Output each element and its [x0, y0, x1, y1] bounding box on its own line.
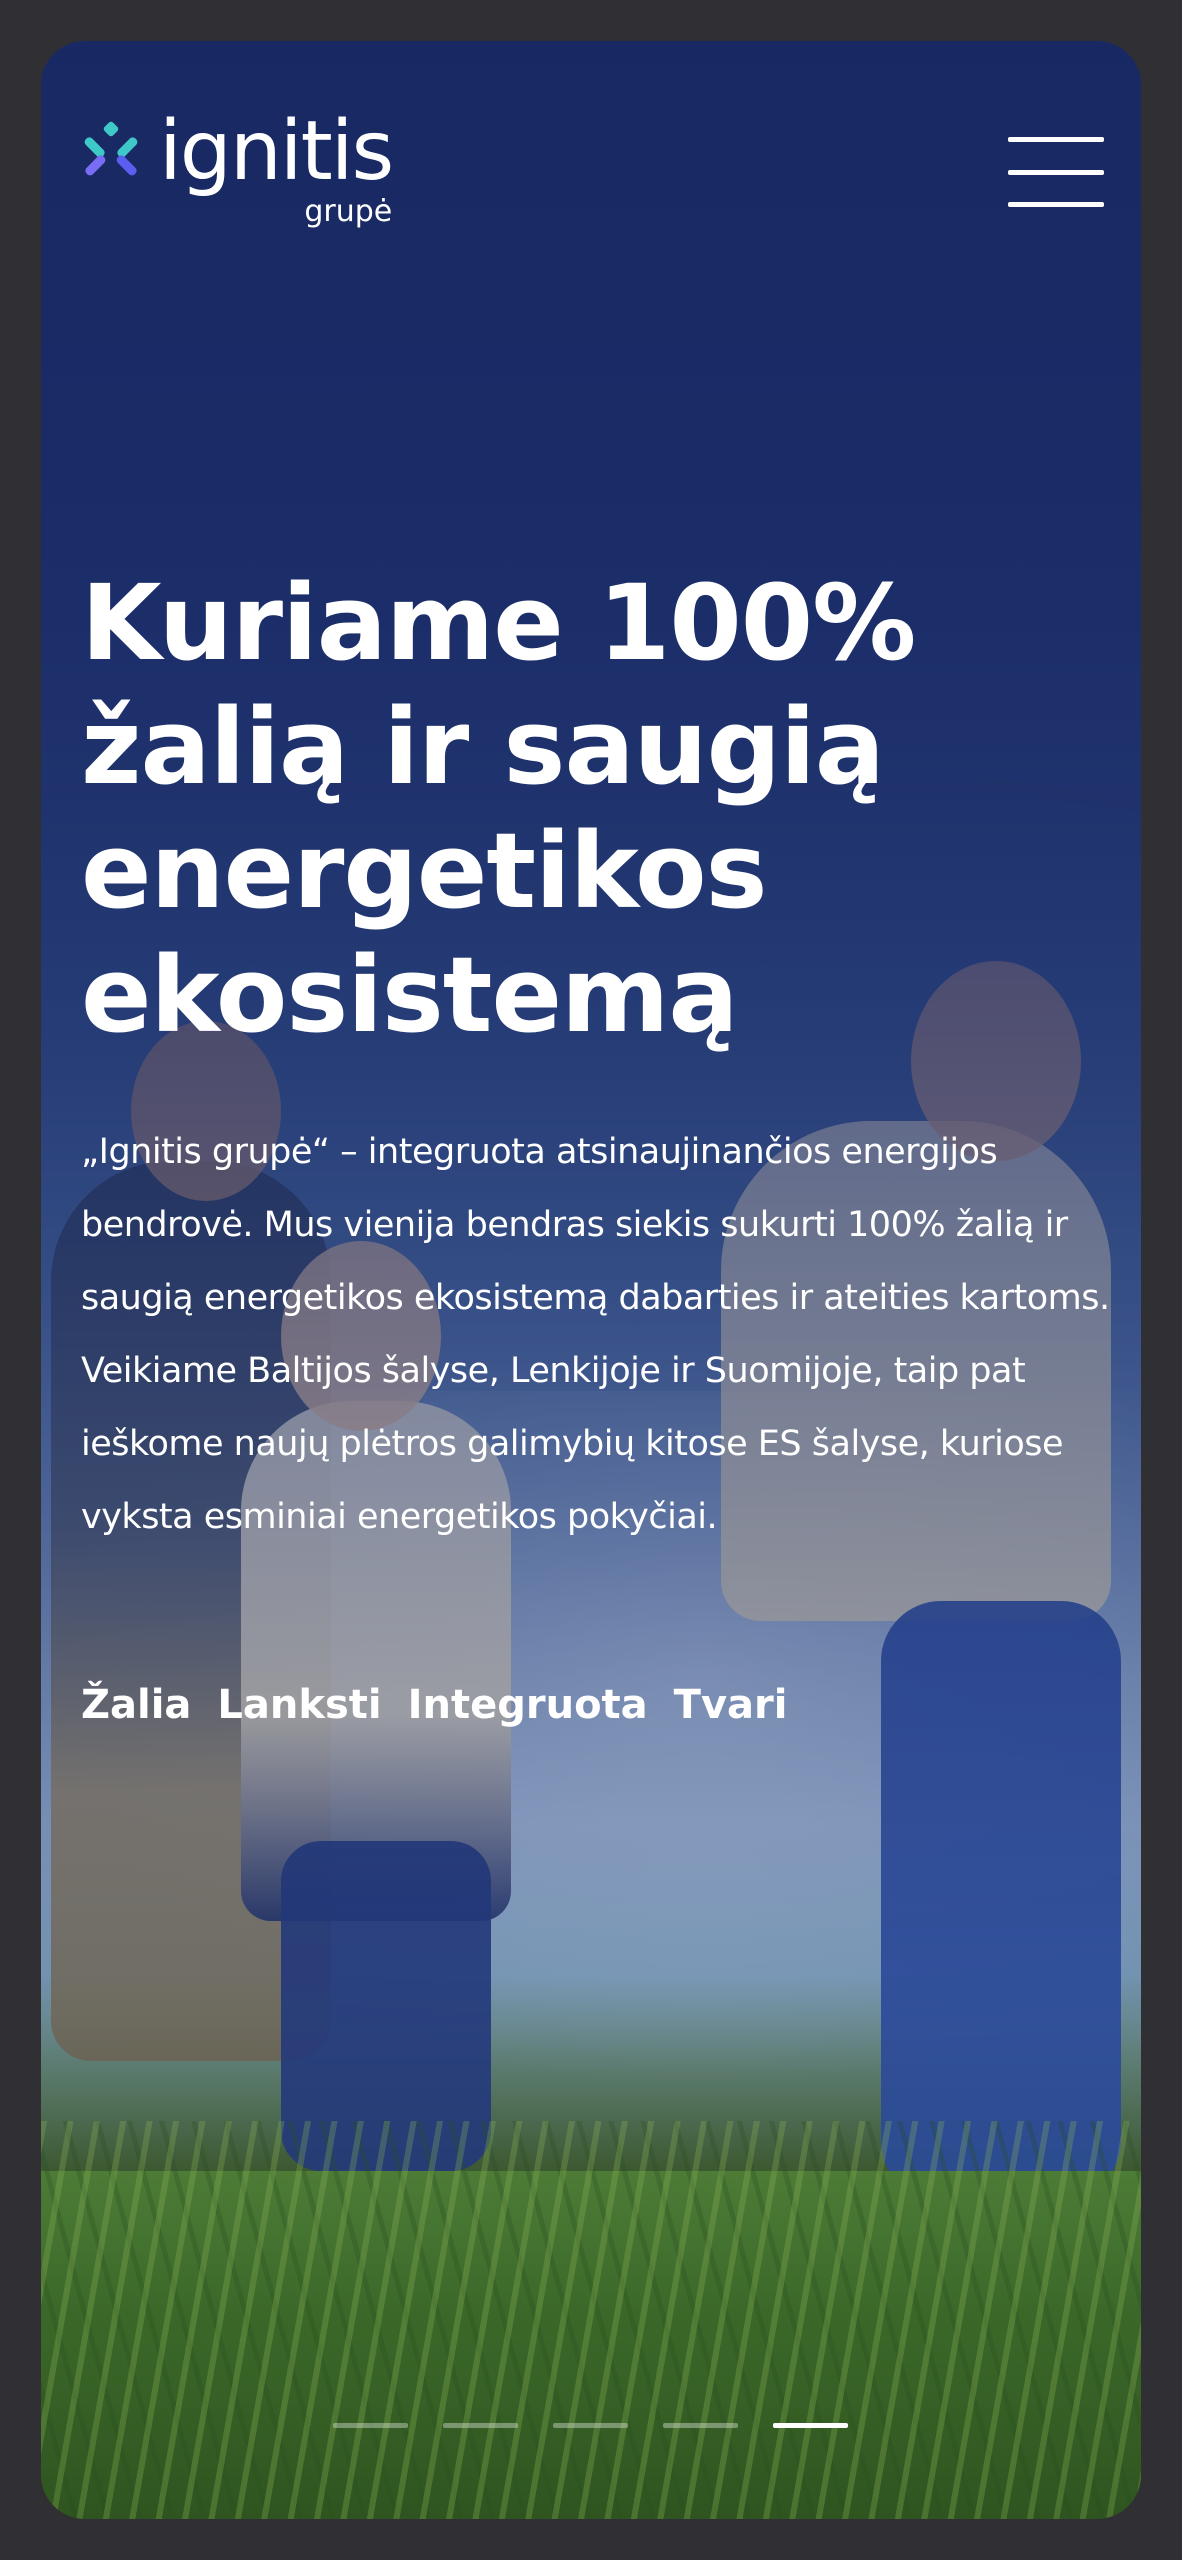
logo-text: ignitis grupė — [159, 104, 394, 227]
slide-dot-5-active[interactable] — [773, 2423, 848, 2428]
slide-dot-4[interactable] — [663, 2423, 738, 2428]
brand-logo[interactable]: ignitis grupė — [79, 104, 394, 227]
hero-description: „Ignitis grupė“ – integruota atsinaujina… — [81, 1132, 1110, 1537]
tag-tvari[interactable]: Tvari — [674, 1681, 788, 1729]
logo-subtitle: grupė — [304, 194, 393, 229]
menu-line — [1008, 137, 1104, 142]
hamburger-menu-icon[interactable] — [1008, 137, 1104, 207]
slider-pagination — [333, 2423, 848, 2428]
hero-headline: Kuriame 100% žalią ir saugią energetikos… — [81, 562, 916, 1056]
menu-line — [1008, 169, 1104, 175]
hero-tags: Žalia Lanksti Integruota Tvari — [81, 1681, 787, 1729]
slide-dot-2[interactable] — [443, 2423, 518, 2428]
hero-screen: ignitis grupė Kuriame 100% žalią ir saug… — [41, 41, 1141, 2519]
tag-zalia[interactable]: Žalia — [81, 1681, 191, 1729]
device-frame: ignitis grupė Kuriame 100% žalią ir saug… — [0, 0, 1182, 2560]
menu-line — [1008, 202, 1104, 207]
slide-dot-1[interactable] — [333, 2423, 408, 2428]
tag-integruota[interactable]: Integruota — [408, 1681, 648, 1729]
slide-dot-3[interactable] — [553, 2423, 628, 2428]
ignitis-logo-icon — [79, 121, 143, 201]
tag-lanksti[interactable]: Lanksti — [217, 1681, 381, 1729]
logo-wordmark: ignitis — [159, 104, 394, 199]
